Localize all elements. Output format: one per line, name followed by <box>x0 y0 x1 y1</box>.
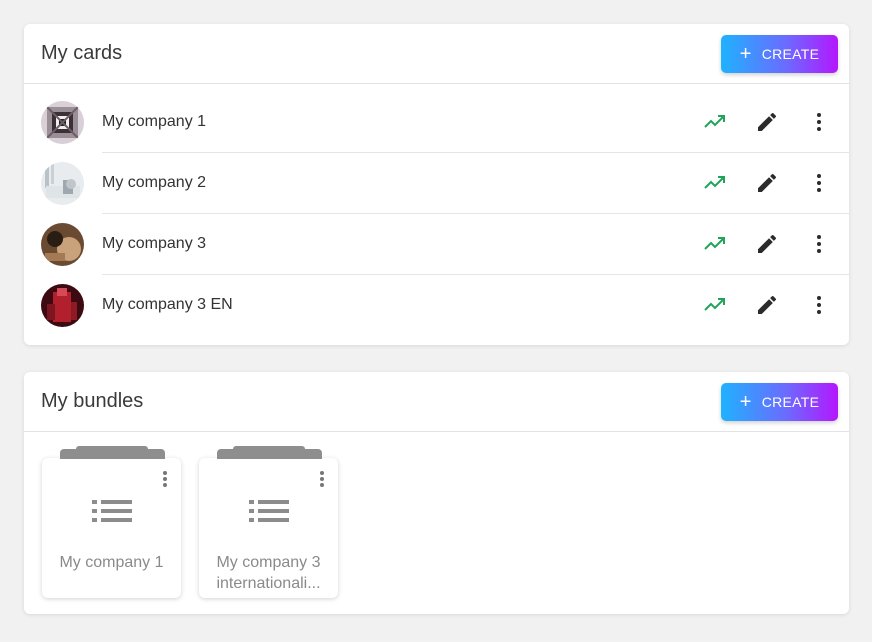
pencil-icon[interactable] <box>755 293 779 317</box>
trending-up-icon[interactable] <box>703 171 727 195</box>
bundle-card[interactable]: My company 1 <box>42 446 181 598</box>
more-vert-icon[interactable] <box>156 470 174 490</box>
bundle-stack-tab <box>217 449 322 459</box>
create-card-label: CREATE <box>761 46 820 62</box>
card-name: My company 3 EN <box>102 296 233 313</box>
trending-up-icon[interactable] <box>703 293 727 317</box>
pencil-icon[interactable] <box>755 171 779 195</box>
plus-icon: + <box>739 43 752 65</box>
card-row[interactable]: My company 1 <box>24 92 849 153</box>
more-vert-icon[interactable] <box>807 293 831 317</box>
trending-up-icon[interactable] <box>703 232 727 256</box>
card-name: My company 2 <box>102 174 207 191</box>
create-bundle-label: CREATE <box>761 394 820 410</box>
avatar <box>41 162 84 205</box>
trending-up-icon[interactable] <box>703 110 727 134</box>
cards-panel-title: My cards <box>41 42 123 64</box>
card-row[interactable]: My company 3 EN <box>24 275 849 336</box>
avatar <box>41 223 84 266</box>
more-vert-icon[interactable] <box>807 232 831 256</box>
list-icon <box>249 496 291 526</box>
bundle-name: My company 1 <box>59 554 164 571</box>
bundle-card[interactable]: My company 3 internationali... <box>199 446 338 598</box>
create-bundle-button[interactable]: + CREATE <box>721 383 838 421</box>
create-card-button[interactable]: + CREATE <box>721 35 838 73</box>
bundles-panel-header: My bundles + CREATE <box>24 372 849 432</box>
bundle-name: My company 3 internationali... <box>216 554 321 592</box>
cards-panel: My cards + CREATE My company 1 My compan… <box>24 24 849 345</box>
list-icon <box>92 496 134 526</box>
pencil-icon[interactable] <box>755 110 779 134</box>
pencil-icon[interactable] <box>755 232 779 256</box>
card-row[interactable]: My company 3 <box>24 214 849 275</box>
more-vert-icon[interactable] <box>807 171 831 195</box>
more-vert-icon[interactable] <box>313 470 331 490</box>
card-row[interactable]: My company 2 <box>24 153 849 214</box>
bundle-stack-tab <box>60 449 165 459</box>
plus-icon: + <box>739 391 752 413</box>
bundles-panel-title: My bundles <box>41 390 144 412</box>
card-name: My company 1 <box>102 113 207 130</box>
cards-panel-header: My cards + CREATE <box>24 24 849 84</box>
bundles-panel: My bundles + CREATE My company 1 My comp… <box>24 372 849 614</box>
card-name: My company 3 <box>102 235 207 252</box>
avatar <box>41 101 84 144</box>
more-vert-icon[interactable] <box>807 110 831 134</box>
avatar <box>41 284 84 327</box>
